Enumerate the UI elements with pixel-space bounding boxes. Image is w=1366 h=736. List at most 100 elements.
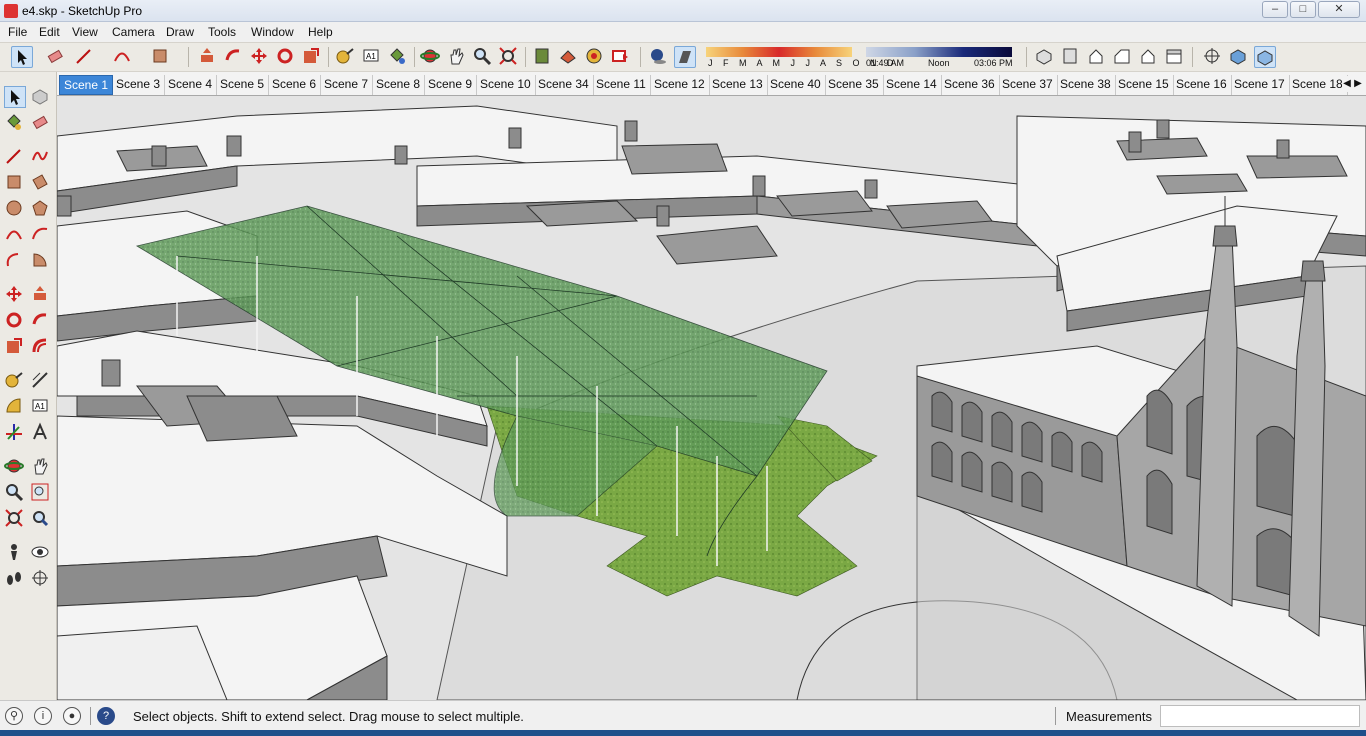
menu-view[interactable]: View bbox=[72, 25, 98, 39]
section-plane-icon[interactable] bbox=[30, 568, 52, 590]
tab-scene-18[interactable]: Scene 18 bbox=[1288, 75, 1348, 95]
tab-scene-16[interactable]: Scene 16 bbox=[1172, 75, 1232, 95]
orbit-icon[interactable] bbox=[4, 456, 26, 478]
text-icon[interactable]: A1 bbox=[30, 396, 52, 418]
measurements-input[interactable] bbox=[1160, 705, 1360, 727]
credits-icon[interactable]: i bbox=[34, 707, 52, 725]
make-component-icon[interactable] bbox=[30, 86, 52, 108]
zoom-tool-icon[interactable] bbox=[472, 46, 494, 68]
tape-measure-icon[interactable] bbox=[4, 370, 26, 392]
scroll-tabs-right-icon[interactable]: ▶ bbox=[1353, 76, 1363, 92]
tab-scene-10[interactable]: Scene 10 bbox=[476, 75, 536, 95]
text-tool-icon[interactable]: A1 bbox=[361, 46, 383, 68]
eraser-tool-icon[interactable] bbox=[45, 46, 67, 68]
zoom-icon[interactable] bbox=[4, 482, 26, 504]
rectangle-tool-icon[interactable] bbox=[150, 46, 172, 68]
previous-view-icon[interactable] bbox=[30, 508, 52, 530]
select-tool-icon[interactable] bbox=[4, 86, 26, 108]
share-model-icon[interactable] bbox=[558, 46, 580, 68]
rotate-icon[interactable] bbox=[4, 310, 26, 332]
three-point-arc-icon[interactable] bbox=[4, 250, 26, 272]
push-pull-icon[interactable] bbox=[30, 284, 52, 306]
hidden-line-style-icon[interactable] bbox=[1228, 46, 1250, 68]
components-icon[interactable] bbox=[584, 46, 606, 68]
zoom-extents-icon[interactable] bbox=[4, 508, 26, 530]
pan-tool-icon[interactable] bbox=[446, 46, 468, 68]
instructor-help-icon[interactable]: ? bbox=[97, 707, 115, 725]
tab-scene-38[interactable]: Scene 38 bbox=[1056, 75, 1116, 95]
select-tool-icon[interactable] bbox=[11, 46, 33, 68]
menu-help[interactable]: Help bbox=[308, 25, 333, 39]
arc-icon[interactable] bbox=[4, 224, 26, 246]
3d-warehouse-icon[interactable] bbox=[532, 46, 554, 68]
close-button[interactable]: ✕ bbox=[1318, 1, 1360, 18]
tab-scene-36[interactable]: Scene 36 bbox=[940, 75, 1000, 95]
move-tool-icon[interactable] bbox=[249, 46, 271, 68]
tab-scene-3[interactable]: Scene 3 bbox=[112, 75, 166, 95]
arc-tool-icon[interactable] bbox=[112, 46, 134, 68]
3d-text-icon[interactable] bbox=[30, 422, 52, 444]
rotate-tool-icon[interactable] bbox=[275, 46, 297, 68]
zoom-window-icon[interactable] bbox=[30, 482, 52, 504]
top-view-icon[interactable] bbox=[1060, 46, 1082, 68]
shadow-settings-icon[interactable] bbox=[674, 46, 696, 68]
follow-me-tool-icon[interactable] bbox=[223, 46, 245, 68]
right-view-icon[interactable] bbox=[1112, 46, 1134, 68]
two-point-arc-icon[interactable] bbox=[30, 224, 52, 246]
rotated-rectangle-icon[interactable] bbox=[30, 172, 52, 194]
polygon-icon[interactable] bbox=[30, 198, 52, 220]
xray-style-icon[interactable] bbox=[1202, 46, 1224, 68]
circle-icon[interactable] bbox=[4, 198, 26, 220]
menu-draw[interactable]: Draw bbox=[166, 25, 194, 39]
maximize-button[interactable]: □ bbox=[1290, 1, 1316, 18]
send-to-layout-icon[interactable] bbox=[610, 46, 632, 68]
tab-scene-17[interactable]: Scene 17 bbox=[1230, 75, 1290, 95]
menu-edit[interactable]: Edit bbox=[39, 25, 60, 39]
tab-scene-4[interactable]: Scene 4 bbox=[164, 75, 218, 95]
tab-scene-5[interactable]: Scene 5 bbox=[216, 75, 270, 95]
left-view-icon[interactable] bbox=[1164, 46, 1186, 68]
iso-view-icon[interactable] bbox=[1034, 46, 1056, 68]
line-icon[interactable] bbox=[4, 146, 26, 168]
paint-bucket-icon[interactable] bbox=[4, 112, 26, 134]
protractor-icon[interactable] bbox=[4, 396, 26, 418]
follow-me-icon[interactable] bbox=[30, 310, 52, 332]
tab-scene-14[interactable]: Scene 14 bbox=[882, 75, 942, 95]
paint-bucket-tool-icon[interactable] bbox=[387, 46, 409, 68]
orbit-tool-icon[interactable] bbox=[420, 46, 442, 68]
menu-camera[interactable]: Camera bbox=[112, 25, 155, 39]
eraser-icon[interactable] bbox=[30, 112, 52, 134]
offset-icon[interactable] bbox=[30, 336, 52, 358]
tab-scene-8[interactable]: Scene 8 bbox=[372, 75, 426, 95]
tab-scene-13[interactable]: Scene 13 bbox=[708, 75, 768, 95]
menu-window[interactable]: Window bbox=[251, 25, 294, 39]
move-icon[interactable] bbox=[4, 284, 26, 306]
front-view-icon[interactable] bbox=[1086, 46, 1108, 68]
tab-scene-6[interactable]: Scene 6 bbox=[268, 75, 322, 95]
time-slider[interactable] bbox=[866, 47, 1012, 57]
position-camera-icon[interactable] bbox=[4, 542, 26, 564]
walk-icon[interactable] bbox=[4, 568, 26, 590]
back-view-icon[interactable] bbox=[1138, 46, 1160, 68]
dimension-icon[interactable] bbox=[30, 370, 52, 392]
user-account-icon[interactable]: ● bbox=[63, 707, 81, 725]
geo-location-icon[interactable]: ⚲ bbox=[5, 707, 23, 725]
zoom-extents-tool-icon[interactable] bbox=[498, 46, 520, 68]
menu-tools[interactable]: Tools bbox=[208, 25, 236, 39]
tape-measure-tool-icon[interactable] bbox=[335, 46, 357, 68]
pie-icon[interactable] bbox=[30, 250, 52, 272]
axes-icon[interactable] bbox=[4, 422, 26, 444]
pan-icon[interactable] bbox=[30, 456, 52, 478]
tab-scene-40[interactable]: Scene 40 bbox=[766, 75, 826, 95]
tab-scene-1[interactable]: Scene 1 bbox=[59, 75, 114, 95]
tab-scene-12[interactable]: Scene 12 bbox=[650, 75, 710, 95]
tab-scene-15[interactable]: Scene 15 bbox=[1114, 75, 1174, 95]
display-shadows-icon[interactable] bbox=[648, 46, 670, 68]
tab-scene-37[interactable]: Scene 37 bbox=[998, 75, 1058, 95]
shaded-style-icon[interactable] bbox=[1254, 46, 1276, 68]
tab-scene-34[interactable]: Scene 34 bbox=[534, 75, 594, 95]
push-pull-tool-icon[interactable] bbox=[197, 46, 219, 68]
menu-file[interactable]: File bbox=[8, 25, 27, 39]
rectangle-icon[interactable] bbox=[4, 172, 26, 194]
scroll-tabs-left-icon[interactable]: ◀ bbox=[1342, 76, 1352, 92]
